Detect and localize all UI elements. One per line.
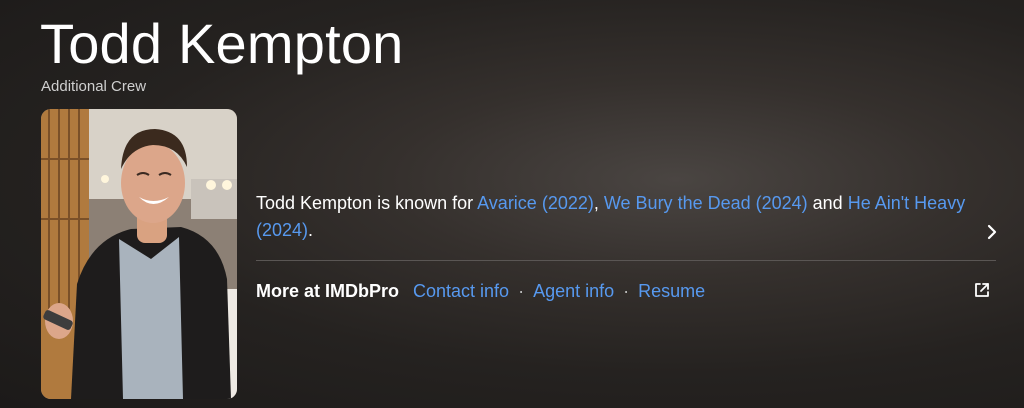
bio-known-for: Todd Kempton is known for Avarice (2022)… xyxy=(256,190,986,244)
resume-link[interactable]: Resume xyxy=(638,281,705,302)
imdbpro-label[interactable]: More at IMDbPro xyxy=(256,281,399,302)
credit-link-avarice[interactable]: Avarice (2022) xyxy=(477,193,594,213)
bio-end: . xyxy=(308,220,314,240)
person-name: Todd Kempton xyxy=(40,12,404,75)
bio-intro: Todd Kempton is known for xyxy=(256,193,478,213)
person-role: Additional Crew xyxy=(41,78,147,95)
agent-info-link[interactable]: Agent info xyxy=(533,281,614,302)
person-photo[interactable] xyxy=(41,109,237,399)
chevron-right-icon[interactable] xyxy=(982,222,1002,242)
divider xyxy=(256,260,996,261)
bio-comma: , xyxy=(593,193,604,213)
separator-dot: · xyxy=(518,280,525,301)
separator-dot: · xyxy=(623,280,630,301)
external-link-icon[interactable] xyxy=(973,281,991,299)
imdbpro-row: More at IMDbPro Contact info · Agent inf… xyxy=(256,279,705,303)
credit-link-we-bury-the-dead[interactable]: We Bury the Dead (2024) xyxy=(604,193,808,213)
bio-and: and xyxy=(807,193,848,213)
contact-info-link[interactable]: Contact info xyxy=(413,281,509,302)
